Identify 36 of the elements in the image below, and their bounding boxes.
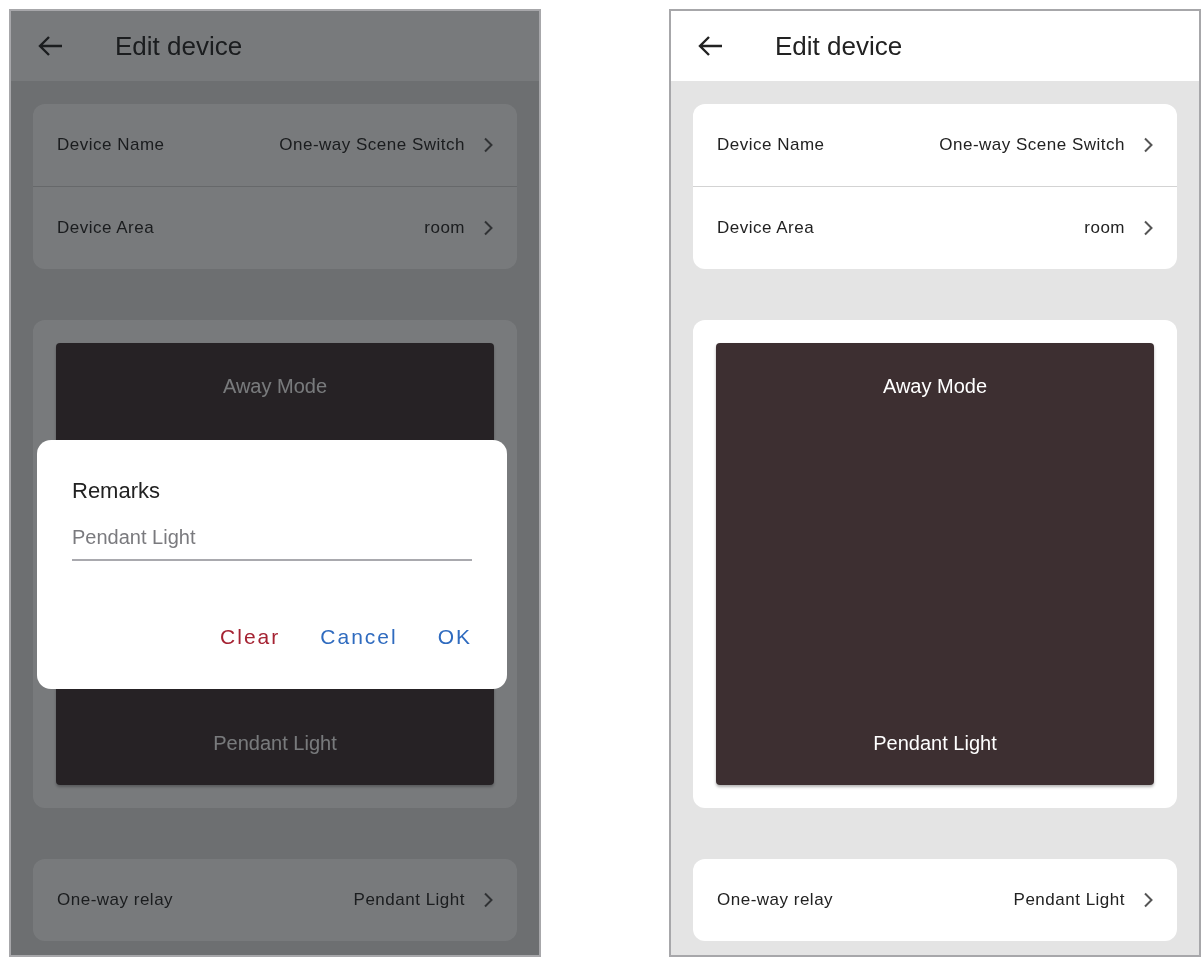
settings-row[interactable]: Device Name One-way Scene Switch xyxy=(33,104,517,186)
scene-button[interactable]: Away Mode Pendant Light xyxy=(716,343,1154,785)
settings-row[interactable]: One-way relay Pendant Light xyxy=(33,859,517,941)
dialog-title: Remarks xyxy=(72,478,161,504)
back-button[interactable] xyxy=(697,35,723,57)
row-value: One-way Scene Switch xyxy=(279,135,465,155)
chevron-right-icon xyxy=(483,220,493,236)
scene-label: Away Mode xyxy=(222,375,328,398)
dialog-button[interactable]: Cancel xyxy=(320,625,398,649)
row-value: One-way Scene Switch xyxy=(939,135,1125,155)
chevron-right-icon xyxy=(1143,137,1153,153)
row-label: Device Name xyxy=(57,135,166,155)
row-label: Device Name xyxy=(717,135,826,155)
row-label: Device Area xyxy=(717,218,816,238)
screen-title: Edit device xyxy=(115,30,243,62)
row-label: Device Area xyxy=(57,218,156,238)
settings-row[interactable]: One-way relay Pendant Light xyxy=(693,859,1177,941)
chevron-right-icon xyxy=(1143,892,1153,908)
row-label: One-way relay xyxy=(57,890,175,910)
chevron-right-icon xyxy=(1143,220,1153,236)
settings-row[interactable]: Device Name One-way Scene Switch xyxy=(693,104,1177,186)
row-value: Pendant Light xyxy=(1013,890,1125,910)
scene-label: Away Mode xyxy=(882,375,988,398)
chevron-right-icon xyxy=(483,137,493,153)
dialog-button[interactable]: Clear xyxy=(220,625,281,649)
row-value: Pendant Light xyxy=(353,890,465,910)
settings-row[interactable]: Device Area room xyxy=(33,186,517,269)
dialog-button[interactable]: OK xyxy=(437,625,472,649)
chevron-right-icon xyxy=(483,892,493,908)
row-label: One-way relay xyxy=(717,890,835,910)
scene-label: Pendant Light xyxy=(213,732,337,755)
screen-title: Edit device xyxy=(775,30,903,62)
row-value: room xyxy=(1084,218,1125,238)
row-value: room xyxy=(424,218,465,238)
scene-label: Pendant Light xyxy=(873,732,997,755)
settings-row[interactable]: Device Area room xyxy=(693,186,1177,269)
